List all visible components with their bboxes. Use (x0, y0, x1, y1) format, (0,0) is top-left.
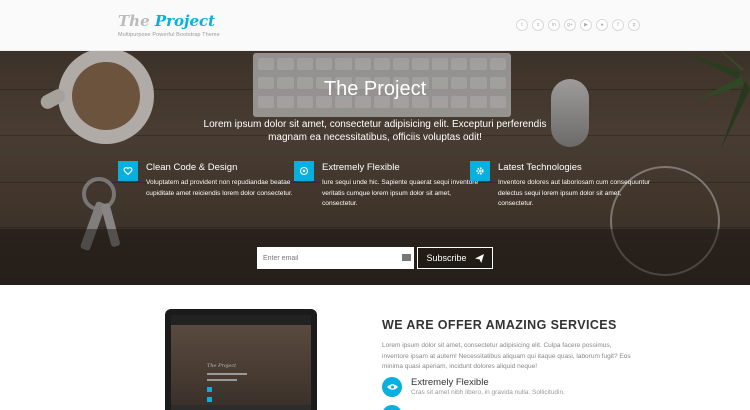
envelope-icon (402, 254, 411, 261)
facebook-icon[interactable]: f (612, 19, 624, 31)
laptop-screen-logo: The Project (207, 363, 237, 369)
social-links: t s in g+ ▶ ● f p (516, 19, 640, 31)
laptop-screen: The Project (171, 315, 311, 410)
hero-title: The Project (323, 78, 427, 100)
googleplus-icon[interactable]: g+ (564, 19, 576, 31)
eye-icon (382, 377, 402, 397)
service-icon (382, 405, 402, 410)
hero-section: The Project Lorem ipsum dolor sit amet, … (0, 51, 750, 285)
flickr-icon[interactable]: ● (596, 19, 608, 31)
feature-text: Inventore dolores aut laboriosam cum con… (498, 179, 651, 207)
tagline: Multipurpose Powerful Bootstrap Theme (118, 32, 220, 38)
subscribe-button[interactable]: Subscribe (417, 247, 493, 269)
hero-subtitle: Lorem ipsum dolor sit amet, consectetur … (203, 119, 547, 143)
email-input[interactable] (257, 247, 414, 269)
feature-text: Voluptatem ad provident non repudiandae … (146, 179, 293, 197)
logo[interactable]: The Project (118, 12, 215, 30)
pinterest-icon[interactable]: p (628, 19, 640, 31)
laptop-mockup-image: The Project (165, 309, 317, 410)
gear-icon (470, 161, 490, 181)
flexible-icon (294, 161, 314, 181)
heart-icon (118, 161, 138, 181)
subscribe-label: Subscribe (426, 253, 467, 263)
paper-plane-icon (474, 253, 484, 263)
logo-word-2: Project (154, 12, 216, 30)
logo-word-1: The (118, 12, 150, 30)
linkedin-icon[interactable]: in (548, 19, 560, 31)
feature-title: Clean Code & Design (146, 162, 238, 173)
services-title: WE ARE OFFER AMAZING SERVICES (382, 318, 617, 332)
feature-title: Latest Technologies (498, 162, 582, 173)
twitter-icon[interactable]: t (516, 19, 528, 31)
youtube-icon[interactable]: ▶ (580, 19, 592, 31)
feature-title: Extremely Flexible (322, 162, 400, 173)
site-header: The Project Multipurpose Powerful Bootst… (0, 0, 750, 51)
services-text: Lorem ipsum dolor sit amet, consectetur … (382, 342, 631, 370)
skype-icon[interactable]: s (532, 19, 544, 31)
feature-text: Iure sequi unde hic. Sapiente quaerat se… (322, 179, 479, 207)
service-item-title: Extremely Flexible (411, 377, 489, 388)
service-item-text: Cras sit amet nibh libero, in gravida nu… (411, 389, 565, 396)
